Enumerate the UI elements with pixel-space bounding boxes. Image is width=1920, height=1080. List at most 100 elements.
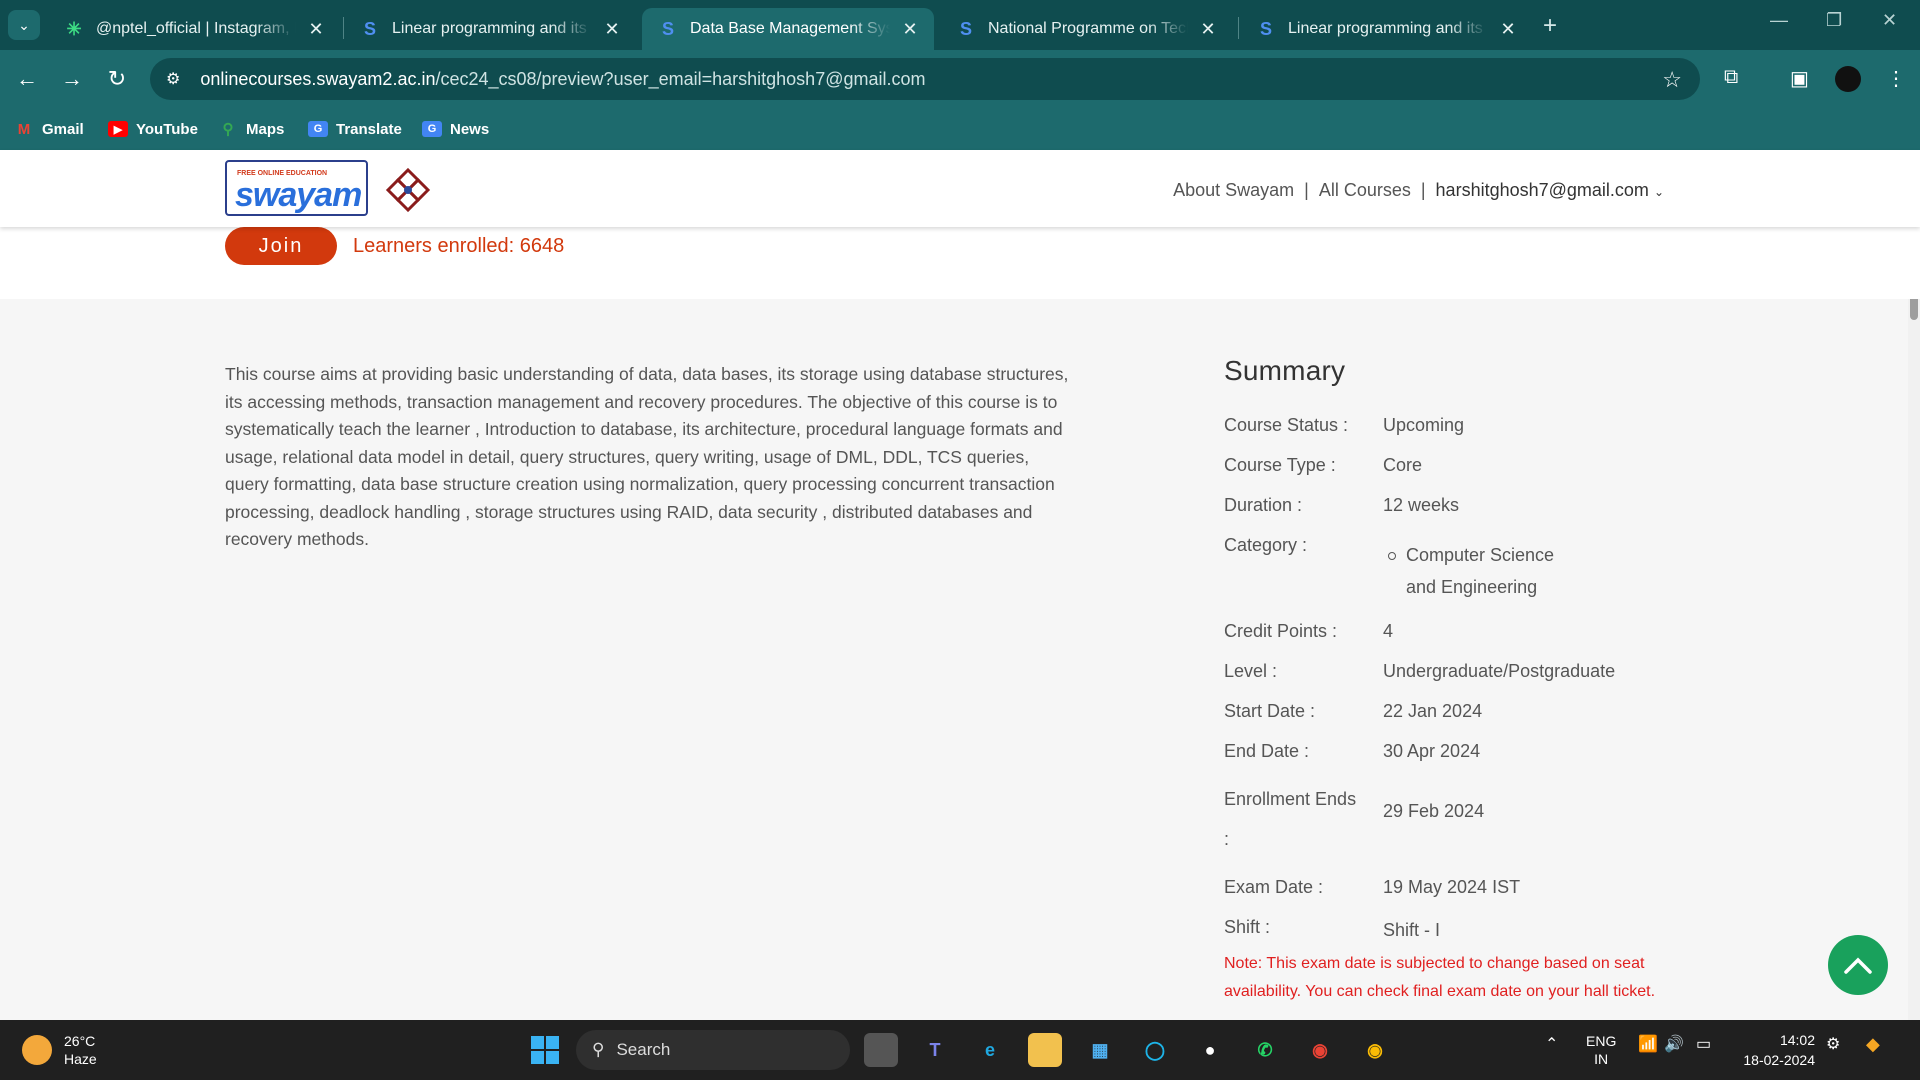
lang-bottom: IN (1594, 1051, 1609, 1067)
news-icon: G (422, 121, 442, 137)
summary-row-level: Level : Undergraduate/Postgraduate (1224, 659, 1684, 683)
cortana-icon[interactable]: ◯ (1138, 1033, 1172, 1067)
bookmark-translate[interactable]: G Translate (308, 116, 402, 142)
notifications-icon[interactable]: ⚙ (1826, 1034, 1840, 1054)
nav-separator: | (1304, 180, 1309, 200)
profile-avatar[interactable] (1835, 66, 1861, 92)
user-menu[interactable]: harshitghosh7@gmail.com ⌄ (1436, 180, 1664, 201)
tab-title: Linear programming and its ap (392, 20, 592, 37)
volume-icon[interactable]: 🔊 (1664, 1034, 1684, 1054)
tab-3-active[interactable]: S Data Base Management System ✕ (642, 8, 934, 50)
course-description: This course aims at providing basic unde… (225, 364, 1069, 549)
file-explorer-icon[interactable] (1028, 1033, 1062, 1067)
taskbar-search[interactable]: ⚲ Search (576, 1030, 850, 1070)
chevron-up-icon[interactable]: ⌃ (1545, 1034, 1558, 1054)
logo-wordmark: swayam (235, 176, 362, 214)
menu-icon[interactable]: ⋮ (1886, 66, 1906, 91)
summary-row-shift: Shift : Shift - I (1224, 915, 1684, 942)
edge-icon[interactable]: e (973, 1033, 1007, 1067)
weather-widget[interactable]: 26°C Haze (22, 1032, 97, 1068)
tab-5[interactable]: S Linear programming and its ap ✕ (1240, 8, 1532, 50)
summary-row-exam: Exam Date : 19 May 2024 IST (1224, 875, 1684, 899)
site-info-icon[interactable]: ⚙ (166, 69, 180, 89)
chevron-down-icon: ⌄ (1653, 185, 1664, 199)
tab-2[interactable]: S Linear programming and its ap ✕ (344, 8, 636, 50)
github-icon[interactable]: ● (1193, 1033, 1227, 1067)
bookmark-star-icon[interactable]: ☆ (1662, 67, 1682, 93)
summary-value: Shift - I (1383, 920, 1441, 940)
summary-label: Start Date : (1224, 701, 1316, 721)
back-to-top-button[interactable] (1828, 935, 1888, 995)
windows-start-icon[interactable] (528, 1033, 562, 1067)
extensions-icon[interactable]: ⧉ (1724, 66, 1738, 89)
bookmark-label: Maps (246, 120, 285, 138)
swayam-s-icon: S (959, 18, 972, 39)
summary-row-duration: Duration : 12 weeks (1224, 493, 1684, 517)
close-icon[interactable]: ✕ (1498, 19, 1518, 40)
translate-icon: G (308, 121, 328, 137)
close-icon[interactable]: ✕ (900, 19, 920, 40)
clock-date: 18-02-2024 (1743, 1052, 1815, 1068)
swayam-logo[interactable]: FREE ONLINE EDUCATION swayam (225, 160, 368, 216)
nav-about-swayam[interactable]: About Swayam (1173, 180, 1294, 201)
summary-row-status: Course Status : Upcoming (1224, 413, 1684, 437)
learners-enrolled: Learners enrolled: 6648 (353, 235, 565, 257)
battery-icon[interactable]: ▭ (1696, 1034, 1711, 1054)
summary-row-enrollment-ends: Enrollment Ends : 29 Feb 2024 (1224, 779, 1684, 859)
whatsapp-icon[interactable]: ✆ (1248, 1033, 1282, 1067)
tab-4[interactable]: S National Programme on Techn ✕ (940, 8, 1232, 50)
address-bar[interactable]: ⚙ onlinecourses.swayam2.ac.in/cec24_cs08… (150, 58, 1700, 100)
swayam-s-icon: S (661, 18, 674, 39)
summary-value: 19 May 2024 IST (1383, 877, 1521, 897)
close-icon[interactable]: ✕ (1198, 19, 1218, 40)
tab-search-button[interactable]: ⌄ (8, 10, 40, 40)
bookmark-news[interactable]: G News (422, 116, 489, 142)
bookmark-youtube[interactable]: ▶ YouTube (108, 116, 198, 142)
side-panel-icon[interactable]: ▣ (1790, 66, 1809, 91)
minimize-icon[interactable]: — (1770, 10, 1788, 31)
weather-condition: Haze (64, 1051, 97, 1067)
teams-icon[interactable]: T (918, 1033, 952, 1067)
wifi-icon[interactable]: 📶 (1638, 1034, 1658, 1054)
tab-strip: ⌄ ✳ @nptel_official | Instagram, Fa ✕ S … (0, 0, 1920, 50)
bookmark-label: Translate (336, 120, 402, 138)
category-item: Computer Science and Engineering (1383, 539, 1583, 603)
task-view-icon[interactable] (864, 1033, 898, 1067)
summary-label: Level : (1224, 661, 1278, 681)
chrome-profile-icon[interactable]: ◉ (1358, 1033, 1392, 1067)
new-tab-button[interactable]: + (1543, 12, 1557, 40)
bookmark-gmail[interactable]: M Gmail (14, 116, 84, 142)
summary-row-type: Course Type : Core (1224, 453, 1684, 477)
bookmark-maps[interactable]: ⚲ Maps (218, 116, 285, 142)
swayam-s-icon: S (363, 18, 376, 39)
restore-icon[interactable]: ❐ (1826, 10, 1842, 31)
copilot-icon[interactable]: ◆ (1866, 1034, 1880, 1055)
reload-icon[interactable]: ↻ (100, 62, 134, 96)
clock[interactable]: 14:02 18-02-2024 (1735, 1030, 1815, 1070)
tab-1[interactable]: ✳ @nptel_official | Instagram, Fa ✕ (48, 8, 340, 50)
category-list: Computer Science and Engineering (1383, 533, 1684, 603)
store-icon[interactable]: ▦ (1083, 1033, 1117, 1067)
weather-temp: 26°C (64, 1033, 96, 1049)
forward-icon[interactable]: → (55, 62, 89, 96)
join-button[interactable]: Join (225, 227, 337, 265)
close-icon[interactable]: ✕ (602, 19, 622, 40)
site-header: FREE ONLINE EDUCATION swayam About Swaya… (0, 150, 1920, 227)
close-window-icon[interactable]: ✕ (1882, 10, 1897, 31)
user-email: harshitghosh7@gmail.com (1435, 180, 1649, 200)
chrome-icon[interactable]: ◉ (1303, 1033, 1337, 1067)
tab-title: Linear programming and its ap (1288, 20, 1488, 37)
search-label: Search (616, 1040, 671, 1059)
close-icon[interactable]: ✕ (306, 19, 326, 40)
gmail-icon: M (17, 120, 31, 138)
tab-title: National Programme on Techn (988, 20, 1188, 37)
back-icon[interactable]: ← (10, 62, 44, 96)
summary-row-end: End Date : 30 Apr 2024 (1224, 739, 1684, 763)
browser-toolbar: ← → ↻ ⚙ onlinecourses.swayam2.ac.in/cec2… (0, 50, 1920, 108)
sun-haze-icon (22, 1035, 52, 1065)
summary-heading: Summary (1224, 355, 1346, 386)
summary-value: 12 weeks (1383, 495, 1460, 515)
nav-all-courses[interactable]: All Courses (1319, 180, 1411, 201)
language-indicator[interactable]: ENG IN (1586, 1032, 1616, 1068)
summary-label: End Date : (1224, 741, 1310, 761)
